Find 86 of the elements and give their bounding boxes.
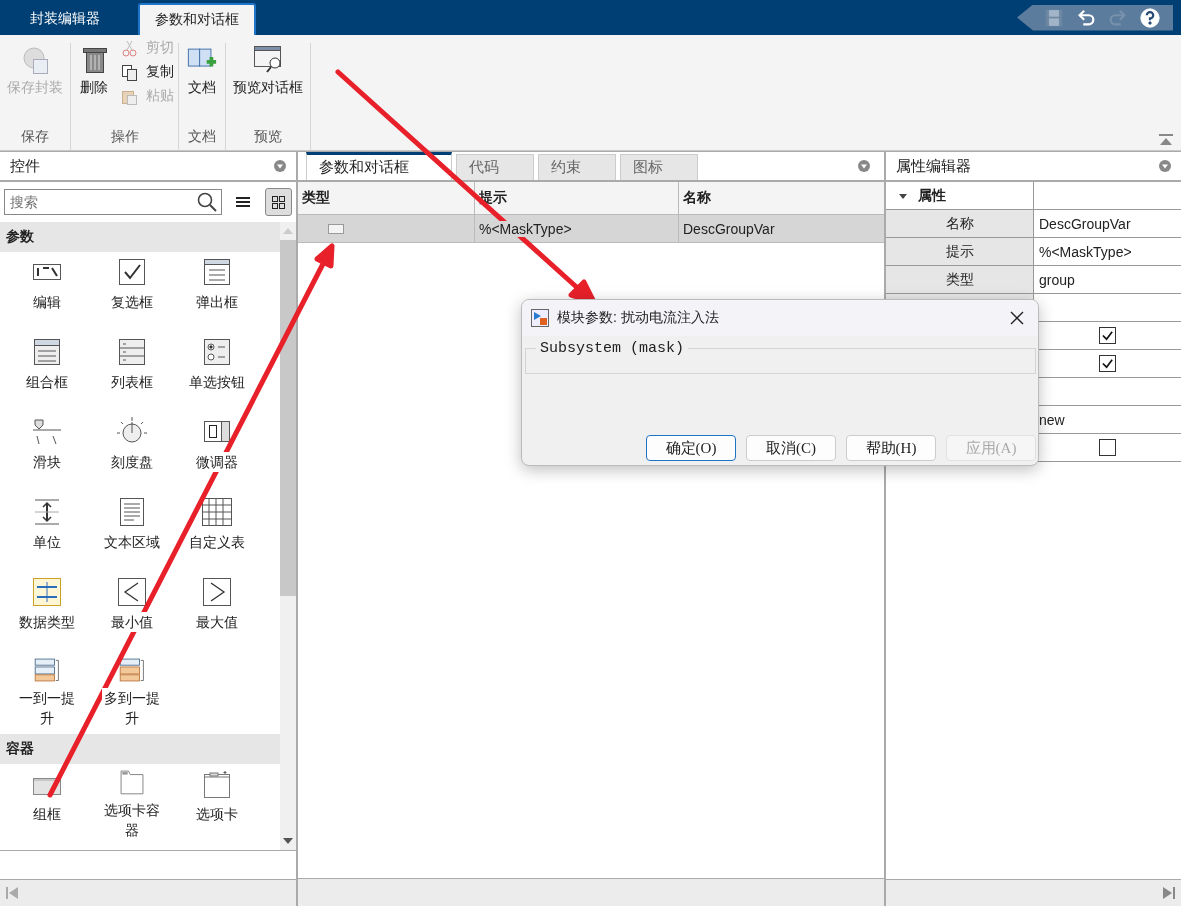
editor-tab[interactable]: 图标: [620, 154, 698, 180]
group-box-icon: [328, 223, 344, 234]
control-label: 单选按钮: [188, 372, 245, 392]
control-label: 最小值: [110, 612, 153, 632]
horizontal-scrollbar[interactable]: [298, 878, 884, 906]
editor-tab[interactable]: 代码: [456, 154, 534, 180]
dialog-button[interactable]: 确定(O): [646, 435, 736, 461]
control-label: 刻度盘: [110, 452, 153, 472]
app-tab[interactable]: 参数和对话框: [138, 3, 256, 35]
control-label: 最大值: [195, 612, 238, 632]
property-name: 名称: [945, 214, 974, 233]
property-name: 类型: [945, 270, 974, 289]
section-label: 属性: [918, 186, 946, 205]
button-label: 粘贴: [146, 87, 174, 105]
app-tab[interactable]: 封装编辑器: [0, 3, 130, 35]
ribbon-button[interactable]: 删除: [75, 43, 113, 128]
panel-menu-icon[interactable]: [858, 160, 870, 172]
section-header: 参数: [0, 222, 280, 252]
ribbon-group-title: 操作: [109, 128, 140, 146]
ribbon-group-title: 预览: [253, 128, 283, 146]
property-name: 提示: [945, 242, 974, 261]
search-icon: [197, 192, 217, 212]
ribbon-button[interactable]: 复制: [121, 63, 174, 81]
control-label: 组框: [32, 804, 61, 824]
scroll-end-icon[interactable]: [1163, 886, 1175, 900]
checkbox[interactable]: [1099, 439, 1116, 456]
control-label: 选项卡容器: [101, 800, 162, 840]
less-than-icon[interactable]: [115, 576, 148, 608]
editor-tab[interactable]: 参数和对话框: [306, 152, 452, 180]
control-label: 单位: [32, 532, 61, 552]
button-label: 保存封装: [7, 79, 63, 97]
control-label: 微调器: [195, 452, 238, 472]
dialog-title: 模块参数: 扰动电流注入法: [557, 309, 719, 327]
property-value[interactable]: group: [1039, 271, 1075, 288]
panel-menu-icon[interactable]: [1159, 160, 1171, 172]
column-header[interactable]: 名称: [679, 182, 884, 214]
panel-menu-icon[interactable]: [274, 160, 286, 172]
button-label: 文档: [188, 79, 216, 97]
control-label: 选项卡: [195, 804, 238, 824]
collapse-ribbon-icon[interactable]: [1159, 134, 1173, 146]
table-cell: %<MaskType>: [479, 220, 572, 237]
property-value[interactable]: new: [1039, 411, 1065, 428]
table-cell-text: DescGroupVar: [682, 219, 776, 239]
control-label: 弹出框: [195, 292, 238, 312]
control-label: 列表框: [110, 372, 153, 392]
scissors-icon: [121, 39, 138, 57]
help-icon[interactable]: [1139, 6, 1161, 29]
table-icon[interactable]: [200, 496, 233, 528]
ribbon-group-title: 文档: [187, 128, 217, 146]
dialog-button[interactable]: 取消(C): [746, 435, 836, 461]
button-label: 预览对话框: [233, 79, 303, 97]
button-label: 剪切: [146, 39, 174, 57]
copy-icon: [121, 63, 138, 81]
checkbox[interactable]: [1099, 355, 1116, 372]
control-label: 编辑: [32, 292, 61, 312]
scroll-start-icon[interactable]: [6, 886, 18, 900]
property-value[interactable]: %<MaskType>: [1039, 243, 1132, 260]
editor-tab[interactable]: 约束: [538, 154, 616, 180]
panel-title: 属性编辑器: [896, 156, 971, 176]
control-label: 数据类型: [18, 612, 75, 632]
control-label: 多到一提升: [101, 688, 162, 728]
section-header: 容器: [0, 734, 280, 764]
button-label: 复制: [146, 63, 174, 81]
button-label: 删除: [80, 79, 108, 97]
data-type-icon[interactable]: [30, 576, 63, 608]
checkbox[interactable]: [1099, 327, 1116, 344]
group-title: Subsystem (mask): [536, 340, 689, 357]
greater-than-icon[interactable]: [200, 576, 233, 608]
ribbon-group-title: 保存: [20, 128, 50, 146]
search-field[interactable]: 搜索: [4, 189, 222, 215]
ribbon-button[interactable]: 预览对话框: [230, 43, 306, 128]
table-row[interactable]: %<MaskType> DescGroupVar: [298, 215, 884, 243]
dialog-button[interactable]: 帮助(H): [846, 435, 936, 461]
control-label: 滑块: [32, 452, 61, 472]
ribbon-button[interactable]: 文档: [183, 43, 221, 128]
close-icon[interactable]: [1010, 311, 1024, 325]
grid-view-button[interactable]: [265, 188, 292, 216]
property-value[interactable]: DescGroupVar: [1039, 215, 1131, 232]
scrollbar[interactable]: [280, 222, 296, 850]
control-label: 一到一提升: [16, 688, 77, 728]
control-label: 组合框: [25, 372, 68, 392]
control-label: 自定义表: [188, 532, 245, 552]
control-label: 复选框: [110, 292, 153, 312]
panel-title: 控件: [10, 156, 40, 176]
block-icon: [531, 309, 549, 327]
control-label: 文本区域: [103, 532, 160, 552]
